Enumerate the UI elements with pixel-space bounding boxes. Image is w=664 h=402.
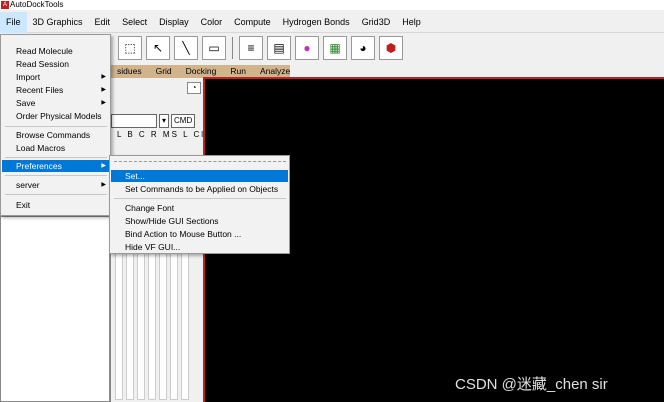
toolbar: ⬚ ↖ ╲ ▭ ≡ ▤ ● ▦ ◕ ⬢ bbox=[110, 34, 664, 62]
menu-item-preferences-label: Preferences bbox=[16, 161, 62, 171]
submenu-arrow-icon: ▶ bbox=[101, 74, 106, 80]
chevron-down-icon[interactable]: ▾ bbox=[159, 114, 169, 128]
stereo-glasses-icon[interactable]: ◕ bbox=[351, 36, 375, 60]
menu-bar: File 3D Graphics Edit Select Display Col… bbox=[0, 11, 664, 33]
menu-item-recent-files[interactable]: Recent Files ▶ bbox=[2, 84, 110, 96]
menu-compute[interactable]: Compute bbox=[228, 12, 277, 33]
column-stripe bbox=[148, 240, 156, 400]
menu-item-load-macros[interactable]: Load Macros bbox=[2, 142, 110, 154]
grid-tool-icon[interactable]: ▦ bbox=[323, 36, 347, 60]
menu-help[interactable]: Help bbox=[396, 12, 427, 33]
dashboard-columns bbox=[115, 240, 201, 400]
submenu-item-hide-vf-gui[interactable]: Hide VF GUI... bbox=[111, 241, 288, 253]
display-tool-icon[interactable]: ▤ bbox=[267, 36, 291, 60]
column-stripe bbox=[137, 240, 145, 400]
submenu-arrow-icon: ▶ bbox=[101, 87, 106, 93]
submenu-arrow-icon: ▶ bbox=[101, 163, 106, 169]
menu-item-import[interactable]: Import ▶ bbox=[2, 71, 110, 83]
submenu-arrow-icon: ▶ bbox=[101, 100, 106, 106]
select-tool-icon[interactable]: ⬚ bbox=[118, 36, 142, 60]
column-stripe bbox=[126, 240, 134, 400]
file-menu-dropdown: Read Molecule Read Session Import ▶ Recen… bbox=[0, 34, 111, 216]
eye-icon[interactable]: ◔ bbox=[187, 82, 201, 94]
text-tool-icon[interactable]: ≡ bbox=[239, 36, 263, 60]
menu-item-browse-commands[interactable]: Browse Commands bbox=[2, 129, 110, 141]
tearoff-line[interactable] bbox=[114, 161, 286, 162]
menu-item-read-session[interactable]: Read Session bbox=[2, 58, 110, 70]
title-bar: A AutoDockTools bbox=[0, 0, 664, 10]
menu-grid3d[interactable]: Grid3D bbox=[356, 12, 397, 33]
menu-item-server[interactable]: server ▶ bbox=[2, 179, 110, 191]
submenu-item-set[interactable]: Set... bbox=[111, 170, 288, 182]
menu-item-order-physical-models[interactable]: Order Physical Models bbox=[2, 110, 110, 122]
molecule-tool-icon[interactable]: ⬢ bbox=[379, 36, 403, 60]
color-tool-icon[interactable]: ● bbox=[295, 36, 319, 60]
line-tool-icon[interactable]: ╲ bbox=[174, 36, 198, 60]
menu-3d-graphics[interactable]: 3D Graphics bbox=[27, 12, 89, 33]
menu-separator bbox=[114, 198, 286, 199]
menu-item-exit[interactable]: Exit bbox=[2, 199, 110, 211]
menu-item-server-label: server bbox=[16, 180, 40, 190]
tab-grid[interactable]: Grid bbox=[149, 65, 179, 78]
column-stripe bbox=[170, 240, 178, 400]
menu-item-import-label: Import bbox=[16, 72, 41, 82]
menu-separator bbox=[5, 157, 107, 158]
menu-item-read-molecule[interactable]: Read Molecule bbox=[2, 45, 110, 57]
watermark: CSDN @迷藏_chen sir bbox=[455, 376, 608, 393]
column-stripe bbox=[181, 240, 189, 400]
cmd-select[interactable]: CMD bbox=[171, 114, 196, 128]
submenu-item-set-commands[interactable]: Set Commands to be Applied on Objects bbox=[111, 183, 288, 195]
preferences-submenu: Set... Set Commands to be Applied on Obj… bbox=[109, 155, 290, 254]
submenu-item-show-hide-gui[interactable]: Show/Hide GUI Sections bbox=[111, 215, 288, 227]
dashboard-column-headers: L B C R MS L Cl bbox=[117, 130, 206, 139]
submenu-arrow-icon: ▶ bbox=[101, 182, 106, 188]
menu-hydrogen-bonds[interactable]: Hydrogen Bonds bbox=[277, 12, 356, 33]
toolbar-separator bbox=[232, 37, 233, 59]
menu-item-preferences[interactable]: Preferences ▶ bbox=[2, 160, 110, 172]
app-logo-icon: A bbox=[1, 1, 9, 9]
tab-residues[interactable]: sidues bbox=[110, 65, 149, 78]
menu-select[interactable]: Select bbox=[116, 12, 153, 33]
menu-separator bbox=[5, 126, 107, 127]
menu-item-save[interactable]: Save ▶ bbox=[2, 97, 110, 109]
column-stripe bbox=[159, 240, 167, 400]
window-title: AutoDockTools bbox=[10, 0, 64, 9]
menu-separator bbox=[5, 194, 107, 195]
menu-item-recent-files-label: Recent Files bbox=[16, 85, 64, 95]
command-entry[interactable] bbox=[111, 114, 157, 128]
menu-edit[interactable]: Edit bbox=[89, 12, 117, 33]
menu-file[interactable]: File bbox=[0, 11, 27, 33]
pick-tool-icon[interactable]: ↖ bbox=[146, 36, 170, 60]
menu-separator bbox=[5, 175, 107, 176]
menu-color[interactable]: Color bbox=[195, 12, 229, 33]
menu-item-save-label: Save bbox=[16, 98, 36, 108]
column-stripe bbox=[115, 240, 123, 400]
molecule-tree-panel[interactable] bbox=[0, 216, 110, 402]
submenu-item-change-font[interactable]: Change Font bbox=[111, 202, 288, 214]
submenu-item-bind-action[interactable]: Bind Action to Mouse Button ... bbox=[111, 228, 288, 240]
label-tool-icon[interactable]: ▭ bbox=[202, 36, 226, 60]
command-row: ▾ CMD bbox=[111, 114, 203, 128]
menu-display[interactable]: Display bbox=[153, 12, 195, 33]
